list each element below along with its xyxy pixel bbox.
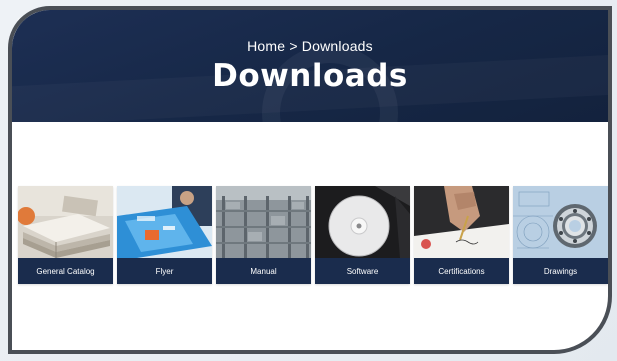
tile-software[interactable]: Software <box>315 186 410 284</box>
tile-label: Certifications <box>414 258 509 284</box>
breadcrumb[interactable]: Home > Downloads <box>12 38 608 54</box>
download-categories: General Catalog Flyer Manual Software Ce… <box>18 186 608 284</box>
bearing-drawing-image <box>513 186 608 258</box>
software-disc-image <box>315 186 410 258</box>
certificate-signing-image <box>414 186 509 258</box>
tile-label: Software <box>315 258 410 284</box>
tile-label: Flyer <box>117 258 212 284</box>
tile-label: Manual <box>216 258 311 284</box>
page-header: Home > Downloads Downloads <box>12 10 608 122</box>
tile-manual[interactable]: Manual <box>216 186 311 284</box>
flyer-image <box>117 186 212 258</box>
browser-frame: Home > Downloads Downloads General Catal… <box>8 6 612 354</box>
page-title: Downloads <box>212 58 408 94</box>
manual-warehouse-image <box>216 186 311 258</box>
tile-general-catalog[interactable]: General Catalog <box>18 186 113 284</box>
tile-drawings[interactable]: Drawings <box>513 186 608 284</box>
tile-flyer[interactable]: Flyer <box>117 186 212 284</box>
tile-certifications[interactable]: Certifications <box>414 186 509 284</box>
tile-label: Drawings <box>513 258 608 284</box>
catalog-books-image <box>18 186 113 258</box>
tile-label: General Catalog <box>18 258 113 284</box>
